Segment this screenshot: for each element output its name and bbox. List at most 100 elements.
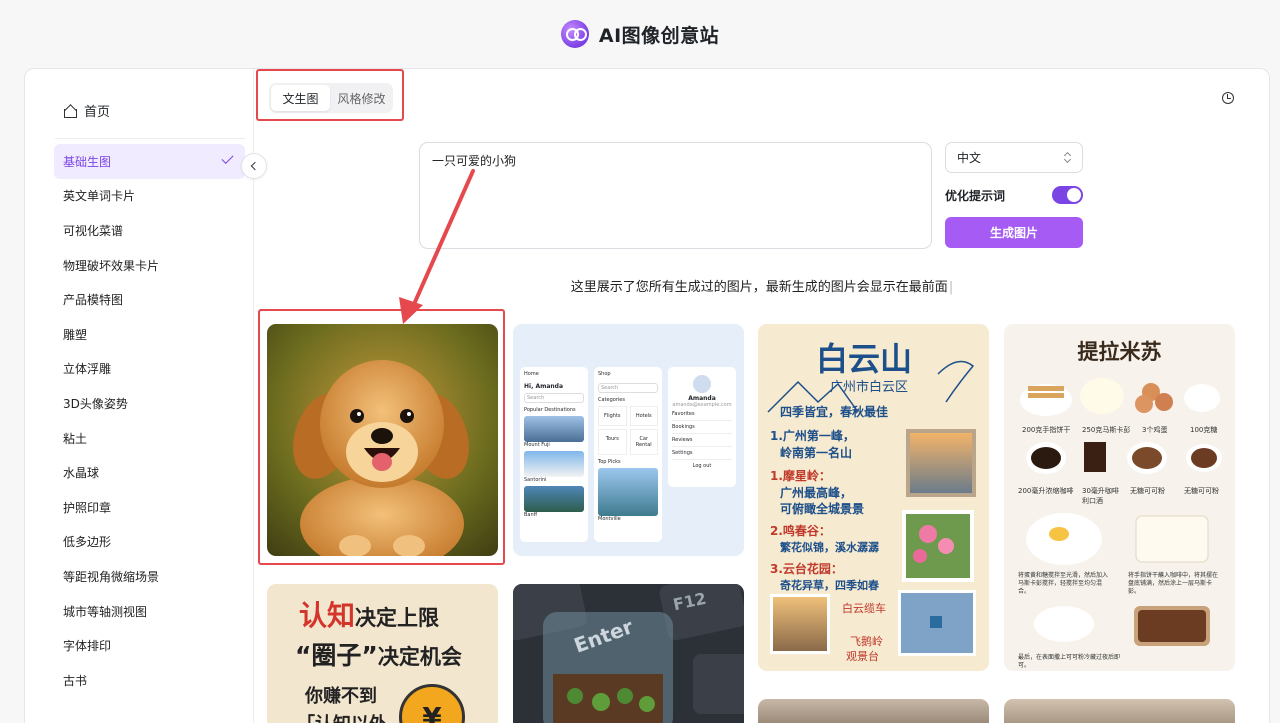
sidebar-item-label: 产品模特图 (63, 293, 124, 308)
sidebar-item-sculpture[interactable]: 雕塑 (54, 317, 245, 352)
poster-text: 决定机会 (377, 645, 462, 669)
sidebar-item-typography[interactable]: 字体排印 (54, 628, 245, 663)
sidebar-item-clay[interactable]: 粘土 (54, 421, 245, 456)
sidebar: 首页 基础生图 英文单词卡片 可视化菜谱 物理破坏效果卡片 产品模特图 雕塑 立… (25, 69, 254, 723)
app-title: AI图像创意站 (598, 24, 720, 47)
app-mock-text: Reviews (672, 434, 732, 447)
gallery-image-cognition-poster[interactable]: 认知决定上限 “圈子”决定机会 你赚不到 「认知以外 ¥ (267, 584, 498, 723)
chevron-left-icon (250, 161, 260, 171)
logo-icon (560, 20, 589, 48)
gallery-image-portrait-1[interactable] (758, 699, 989, 723)
sidebar-item-relief[interactable]: 立体浮雕 (54, 352, 245, 387)
generate-button[interactable]: 生成图片 (945, 217, 1083, 248)
app-mock-text: Categories (598, 397, 625, 403)
app-mock-text: Mount Fuji (524, 442, 550, 448)
sidebar-item-city-isometric[interactable]: 城市等轴测视图 (54, 594, 245, 629)
gallery-image-keyboard[interactable]: Enter F12 (513, 584, 744, 723)
baiyun-tag: 飞鹅岭 (850, 635, 883, 648)
sidebar-item-word-card[interactable]: 英文单词卡片 (54, 179, 245, 214)
sidebar-item-label: 城市等轴测视图 (63, 604, 148, 619)
app-mock-text: Santorini (524, 477, 547, 483)
sidebar-item-label: 水晶球 (63, 466, 100, 481)
baiyun-text: 3.云台花园： (770, 562, 843, 576)
prompt-input[interactable] (419, 142, 932, 249)
sidebar-item-label: 古书 (63, 673, 88, 688)
tiramisu-text: 3个鸡蛋 (1142, 426, 1168, 434)
app-mock-photo (524, 486, 584, 512)
app-mock-text: Tours (598, 429, 627, 455)
gallery-image-tiramisu-recipe[interactable]: 提拉米苏 200克手指饼干 250克马斯卡彭 3个鸡蛋 100克糖 200毫升浓… (1004, 324, 1235, 671)
language-select[interactable]: 中文 (945, 142, 1083, 173)
poster-text: 决定上限 (355, 606, 440, 630)
baiyun-text: 四季皆宜，春秋最佳 (780, 405, 889, 419)
app-mock-photo (598, 468, 658, 516)
app-mock-category-grid: Flights Hotels Tours Car Rental (598, 406, 658, 455)
optimize-prompt-toggle[interactable] (1052, 186, 1083, 204)
tiramisu-text: 200毫升浓缩咖啡 (1018, 487, 1074, 495)
sidebar-item-isometric-mini[interactable]: 等距视角微缩场景 (54, 559, 245, 594)
baiyun-text: 奇花异草，四季如春 (780, 579, 879, 592)
collapse-sidebar-button[interactable] (241, 153, 267, 179)
app-mock-text: Search (598, 383, 658, 393)
app-mock-text: Popular Destinations (524, 407, 576, 413)
tiramisu-text: 200克手指饼干 (1022, 426, 1071, 434)
nav-home-label: 首页 (84, 105, 111, 120)
app-mock-text: Log out (692, 463, 712, 469)
history-icon[interactable] (1222, 92, 1234, 104)
poster-line-1: 认知决定上限 (299, 594, 439, 634)
check-icon (221, 151, 234, 165)
app-mock-profile-panel: Amanda amanda@example.com Favorites Book… (668, 367, 736, 487)
tiramisu-text: 最后，在表面撒上可可粉冷藏过夜后即可。 (1018, 654, 1121, 669)
tiramisu-text: 将蛋黄和糖搅拌至光滑，然后加入马斯卡彭搅拌，轻搅拌至均匀混合。 (1018, 572, 1109, 595)
optimize-prompt-label: 优化提示词 (945, 189, 1006, 203)
app-mock-text: Amanda (688, 395, 716, 402)
sidebar-item-crystal[interactable]: 水晶球 (54, 455, 245, 490)
nav-home[interactable]: 首页 (63, 101, 110, 120)
sidebar-item-destruction[interactable]: 物理破坏效果卡片 (54, 248, 245, 283)
poster-line-2: “圈子”决定机会 (295, 636, 462, 672)
sidebar-item-ancient-book[interactable]: 古书 (54, 663, 245, 698)
app-mock-text: Hi, Amanda (524, 383, 564, 390)
sidebar-item-label: 基础生图 (63, 154, 112, 169)
poster-text: “圈子” (295, 641, 378, 670)
nav-list: 基础生图 英文单词卡片 可视化菜谱 物理破坏效果卡片 产品模特图 雕塑 立体浮雕… (54, 144, 245, 698)
sidebar-item-label: 低多边形 (63, 535, 112, 550)
tiramisu-text: 30毫升咖啡利口酒 (1082, 487, 1119, 505)
sidebar-item-label: 雕塑 (63, 327, 88, 342)
mode-tabs: 文生图 风格修改 (269, 83, 393, 113)
sidebar-item-passport[interactable]: 护照印章 (54, 490, 245, 525)
gallery-image-portrait-2[interactable] (1004, 699, 1235, 723)
sidebar-item-model[interactable]: 产品模特图 (54, 282, 245, 317)
sidebar-item-recipe[interactable]: 可视化菜谱 (54, 213, 245, 248)
app-mock-text: Favorites (672, 408, 732, 421)
top-bar: AI图像创意站 (0, 0, 1280, 68)
baiyun-tag: 白云缆车 (842, 602, 886, 615)
tab-style-edit[interactable]: 风格修改 (332, 85, 391, 111)
sidebar-item-label: 字体排印 (63, 639, 112, 654)
tiramisu-text: 无糖可可粉 (1184, 487, 1219, 495)
baiyun-text: 广州最高峰， (780, 486, 853, 500)
sidebar-item-lowpoly[interactable]: 低多边形 (54, 525, 245, 560)
gallery-image-app-mock[interactable]: Home Hi, Amanda Search Popular Destinati… (513, 324, 744, 556)
app-mock-text: Home (524, 371, 539, 377)
app-mock-text: Search (524, 393, 584, 403)
baiyun-text: 1.广州第一峰， (770, 429, 855, 443)
sidebar-item-basic[interactable]: 基础生图 (54, 144, 245, 179)
baiyun-text: 2.鸣春谷： (770, 524, 831, 538)
avatar-icon (693, 375, 711, 393)
app-mock-text: Hotels (629, 406, 658, 426)
sidebar-item-label: 粘土 (63, 431, 88, 446)
gallery-image-baiyun-poster[interactable]: 白云山 广州市白云区 四季皆宜，春秋最佳 1.广州第一峰， 岭南第一名山 1.摩… (758, 324, 989, 671)
home-icon (63, 105, 77, 118)
baiyun-text: 岭南第一名山 (780, 446, 853, 460)
keyboard-illustration (513, 584, 744, 723)
sidebar-item-label: 物理破坏效果卡片 (63, 258, 160, 273)
baiyun-text: 可俯瞰全城景景 (780, 502, 865, 516)
main-card: 首页 基础生图 英文单词卡片 可视化菜谱 物理破坏效果卡片 产品模特图 雕塑 立… (24, 68, 1270, 723)
sidebar-item-3d-avatar[interactable]: 3D头像姿势 (54, 386, 245, 421)
chevron-updown-icon (1064, 152, 1070, 163)
app-mock-text: Settings (672, 447, 732, 460)
tab-text-to-image[interactable]: 文生图 (271, 85, 330, 111)
app-mock-photo (524, 451, 584, 477)
app-mock-text: Banff (524, 512, 538, 518)
